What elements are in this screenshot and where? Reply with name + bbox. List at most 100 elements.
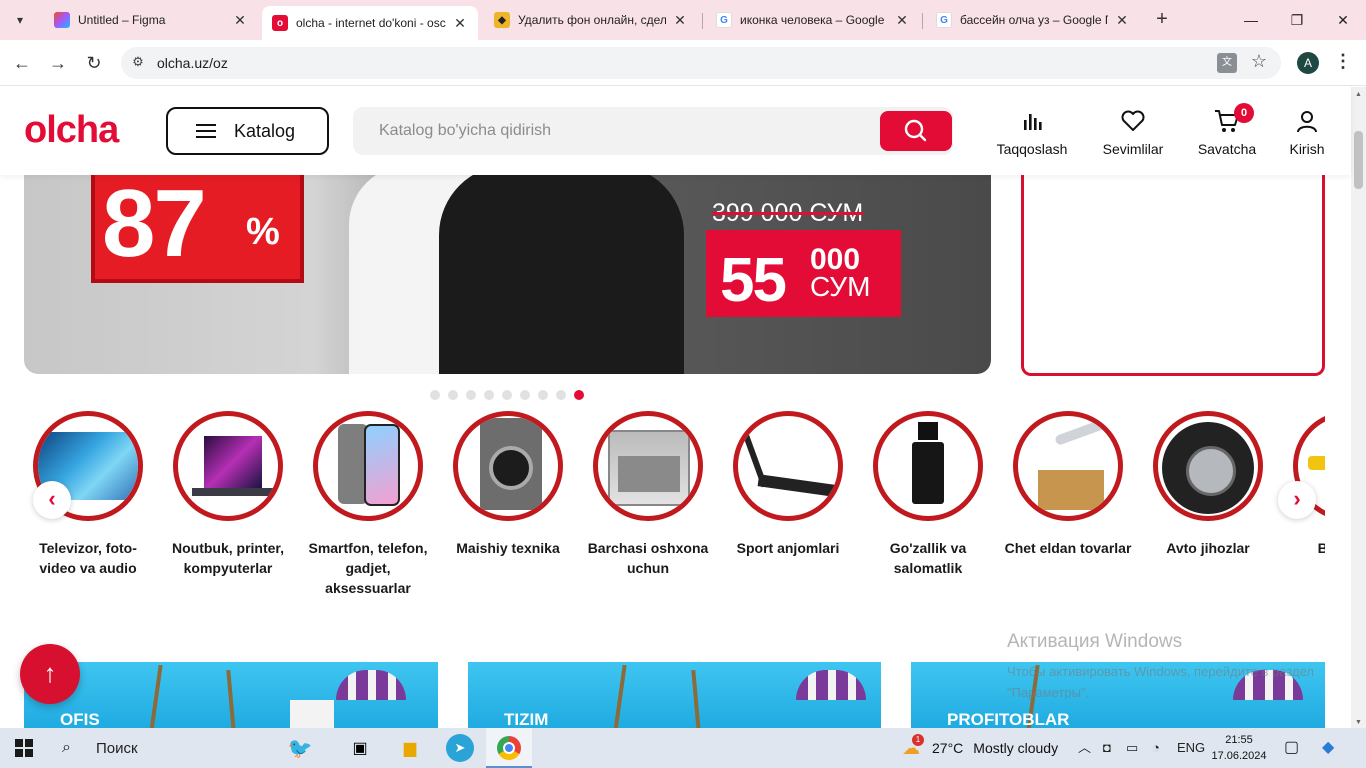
promo-tile[interactable]: TIZIM — [468, 662, 881, 728]
close-tab-icon[interactable]: ✕ — [894, 12, 910, 29]
carousel-dot[interactable] — [448, 390, 458, 400]
scrollbar-thumb[interactable] — [1354, 131, 1363, 189]
tab-olcha[interactable]: o olcha - internet do'koni - osc ✕ — [262, 6, 478, 40]
task-view-icon[interactable]: ▣ — [346, 734, 374, 762]
google-icon: G — [936, 12, 952, 28]
smartphone-icon — [313, 411, 423, 521]
category-item[interactable]: Barchasi oshxona uchun — [583, 411, 713, 578]
tab-title: Untitled – Figma — [78, 13, 166, 27]
browser-tab-strip: ▾ Untitled – Figma ✕ o olcha - internet … — [0, 0, 1366, 40]
profile-avatar[interactable]: A — [1297, 52, 1319, 74]
category-item[interactable]: Chet eldan tovarlar — [1003, 411, 1133, 558]
beach-umbrella-icon — [336, 670, 406, 700]
windows-start-icon[interactable] — [15, 739, 33, 757]
file-explorer-icon[interactable]: ▆ — [396, 734, 424, 762]
copilot-icon[interactable]: ◆ — [1322, 728, 1334, 768]
show-hidden-icons[interactable]: ︿ — [1078, 728, 1091, 768]
side-promo-card[interactable] — [1021, 175, 1325, 376]
notifications-icon[interactable]: ▢ — [1284, 728, 1299, 768]
carousel-dot[interactable] — [430, 390, 440, 400]
close-tab-icon[interactable]: ✕ — [672, 12, 688, 29]
katalog-button[interactable]: Katalog — [166, 107, 329, 155]
category-item[interactable]: Go'zallik va salomatlik — [863, 411, 993, 578]
categories-prev-button[interactable]: ‹ — [33, 481, 71, 519]
browser-menu-icon[interactable]: ⋮ — [1334, 51, 1352, 72]
taskbar-clock[interactable]: 21:55 17.06.2024 — [1210, 732, 1268, 764]
site-info-icon[interactable]: ⚙ — [129, 54, 147, 72]
category-item[interactable]: Smartfon, telefon, gadjet, aksessuarlar — [303, 411, 433, 598]
language-indicator[interactable]: ENG — [1177, 728, 1205, 768]
scroll-to-top-button[interactable]: ↑ — [20, 644, 80, 704]
tab-google-2[interactable]: G бассейн олча уз – Google П ✕ — [926, 6, 1140, 34]
category-item[interactable]: Sport anjomlari — [723, 411, 853, 558]
category-label: Televizor, foto-video va audio — [39, 540, 137, 576]
login-label: Kirish — [1289, 141, 1325, 157]
search-input[interactable] — [353, 107, 873, 155]
import-boxes-icon — [1013, 411, 1123, 521]
clock-time: 21:55 — [1225, 734, 1253, 746]
telegram-icon[interactable]: ➤ — [446, 734, 474, 762]
close-tab-icon[interactable]: ✕ — [1114, 12, 1130, 29]
carousel-dot[interactable] — [466, 390, 476, 400]
site-header: olcha Katalog Ta — [0, 87, 1351, 175]
page-scrollbar[interactable]: ▲ ▼ — [1351, 87, 1366, 728]
translate-icon[interactable]: 文 — [1217, 53, 1237, 73]
favorites-label: Sevimlilar — [1102, 141, 1164, 157]
url-text[interactable]: olcha.uz/oz — [157, 55, 228, 71]
carousel-dot[interactable] — [574, 390, 584, 400]
promo-tile[interactable]: OFIS — [24, 662, 438, 728]
weather-widget[interactable]: ☁ 1 27°C Mostly cloudy — [902, 728, 1058, 768]
carousel-dot[interactable] — [520, 390, 530, 400]
tab-search-menu-icon[interactable]: ▾ — [8, 8, 32, 32]
tab-remove-bg[interactable]: ◆ Удалить фон онлайн, сдела ✕ — [484, 6, 698, 34]
cart-button[interactable]: 0 Savatcha — [1194, 103, 1260, 157]
carousel-dot[interactable] — [502, 390, 512, 400]
close-tab-icon[interactable]: ✕ — [452, 15, 468, 32]
favorites-button[interactable]: Sevimlilar — [1098, 107, 1168, 157]
category-item[interactable]: Avto jihozlar — [1143, 411, 1273, 558]
search-button[interactable] — [880, 111, 952, 151]
watermark-subtitle: Чтобы активировать Windows, перейдите в … — [1007, 664, 1314, 700]
back-button[interactable]: ← — [8, 49, 36, 77]
compare-button[interactable]: Taqqoslash — [994, 107, 1070, 157]
address-bar[interactable]: ⚙ olcha.uz/oz 文 ☆ — [121, 47, 1281, 79]
carousel-dot[interactable] — [538, 390, 548, 400]
new-price-currency: СУМ — [810, 271, 871, 302]
olcha-logo[interactable]: olcha — [24, 109, 119, 152]
tab-title: иконка человека – Google I — [740, 13, 888, 27]
carousel-dot[interactable] — [484, 390, 494, 400]
wifi-icon[interactable]: ◔ — [1152, 728, 1160, 768]
windows-taskbar: ⌕ Поиск 🐦 ▣ ▆ ➤ ☁ 1 27°C Mostly cloudy ︿… — [0, 728, 1366, 768]
tab-google-1[interactable]: G иконка человека – Google I ✕ — [706, 6, 920, 34]
old-price: 399 000 СУМ — [712, 199, 864, 227]
chrome-taskbar-item[interactable] — [486, 728, 532, 768]
minimize-button[interactable]: — — [1228, 6, 1274, 34]
category-label: Go'zallik va salomatlik — [889, 540, 967, 576]
new-tab-button[interactable]: + — [1150, 8, 1174, 32]
restore-button[interactable]: ❐ — [1274, 6, 1320, 34]
hero-banner[interactable]: 87 % 399 000 СУМ 55 000 СУМ — [24, 175, 991, 374]
scroll-down-icon[interactable]: ▼ — [1355, 719, 1362, 726]
forward-button[interactable]: → — [44, 49, 72, 77]
palm-tree-icon — [691, 665, 747, 728]
category-item[interactable]: Maishiy texnika — [443, 411, 573, 558]
carousel-dot[interactable] — [556, 390, 566, 400]
beach-umbrella-icon — [796, 670, 866, 700]
close-tab-icon[interactable]: ✕ — [232, 12, 248, 29]
category-label: Maishiy texnika — [456, 540, 560, 556]
reload-button[interactable]: ↻ — [80, 49, 108, 77]
display-icon[interactable]: ▭ — [1126, 728, 1138, 768]
search-bar — [353, 107, 953, 155]
category-item[interactable]: Noutbuk, printer, kompyuterlar — [163, 411, 293, 578]
scroll-up-icon[interactable]: ▲ — [1355, 91, 1362, 98]
watermark-title: Активация Windows — [1007, 631, 1183, 652]
hummingbird-widget-icon[interactable]: 🐦 — [270, 734, 330, 762]
browser-toolbar: ← → ↻ ⚙ olcha.uz/oz 文 ☆ A ⋮ — [0, 40, 1366, 86]
tab-figma[interactable]: Untitled – Figma ✕ — [44, 6, 258, 34]
camera-icon[interactable]: ◘ — [1103, 728, 1111, 768]
close-window-button[interactable]: ✕ — [1320, 6, 1366, 34]
login-button[interactable]: Kirish — [1284, 107, 1330, 157]
categories-next-button[interactable]: › — [1278, 481, 1316, 519]
bookmark-star-icon[interactable]: ☆ — [1251, 51, 1267, 72]
menu-icon — [196, 124, 216, 138]
